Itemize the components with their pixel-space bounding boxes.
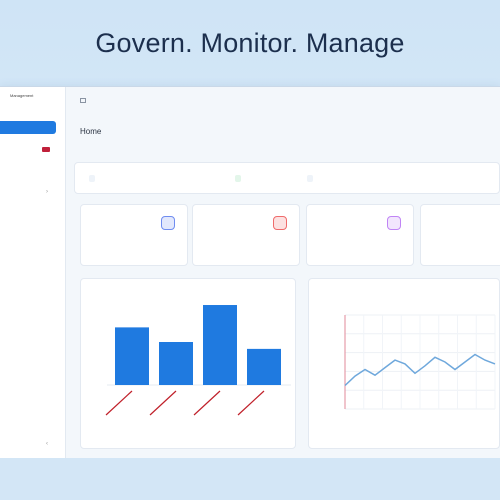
- sidebar: Management › ‹: [0, 87, 66, 458]
- chevron-right-icon[interactable]: ›: [46, 189, 48, 195]
- bar[interactable]: [203, 305, 237, 385]
- bar-chart: [105, 305, 291, 416]
- app-window: Management › ‹ Home: [0, 86, 500, 458]
- sidebar-item[interactable]: [0, 165, 56, 178]
- collapse-icon[interactable]: ‹: [46, 441, 48, 447]
- filter-primary-value[interactable]: [89, 175, 95, 182]
- sidebar-item[interactable]: [0, 319, 56, 332]
- bar[interactable]: [115, 327, 149, 385]
- sidebar-item[interactable]: [0, 363, 56, 376]
- sidebar-item[interactable]: [0, 253, 56, 266]
- chart-icon: [161, 216, 175, 230]
- line-legend: [371, 427, 379, 432]
- kpi-card[interactable]: [306, 204, 414, 266]
- home-icon[interactable]: [80, 98, 86, 104]
- x-tick-label: [237, 390, 265, 416]
- sidebar-item[interactable]: [0, 275, 56, 288]
- filter-range[interactable]: [307, 175, 313, 182]
- sidebar-brand: Management: [10, 93, 34, 98]
- sidebar-item[interactable]: [0, 385, 56, 398]
- sidebar-item[interactable]: [0, 231, 56, 244]
- filter-primary[interactable]: [89, 175, 95, 182]
- hero-title: Govern. Monitor. Manage: [95, 28, 405, 58]
- user-icon: [387, 216, 401, 230]
- page-title: Home: [80, 127, 102, 136]
- sidebar-item[interactable]: [0, 143, 56, 156]
- notification-badge: [42, 147, 50, 152]
- sidebar-item[interactable]: [0, 297, 56, 310]
- kpi-card[interactable]: [80, 204, 188, 266]
- kpi-card[interactable]: [192, 204, 300, 266]
- sidebar-item[interactable]: [0, 209, 56, 222]
- bar[interactable]: [247, 348, 281, 385]
- filter-status-value[interactable]: [235, 175, 241, 182]
- filter-bar: [74, 162, 500, 194]
- footer-band: [0, 458, 500, 500]
- line-chart-card: [308, 278, 500, 449]
- x-tick-label: [105, 390, 133, 416]
- filter-status[interactable]: [235, 175, 241, 182]
- kpi-card[interactable]: [420, 204, 500, 266]
- sidebar-item[interactable]: ›: [0, 187, 56, 200]
- sidebar-item[interactable]: [0, 341, 56, 354]
- breadcrumb: [80, 98, 102, 104]
- x-tick-label: [149, 390, 177, 416]
- bar-chart-card: [80, 278, 296, 449]
- sidebar-item[interactable]: [0, 121, 56, 134]
- bar[interactable]: [159, 342, 193, 385]
- x-tick-label: [193, 390, 221, 416]
- line-chart: [344, 314, 496, 410]
- filter-range-value[interactable]: [307, 175, 313, 182]
- alert-icon: [273, 216, 287, 230]
